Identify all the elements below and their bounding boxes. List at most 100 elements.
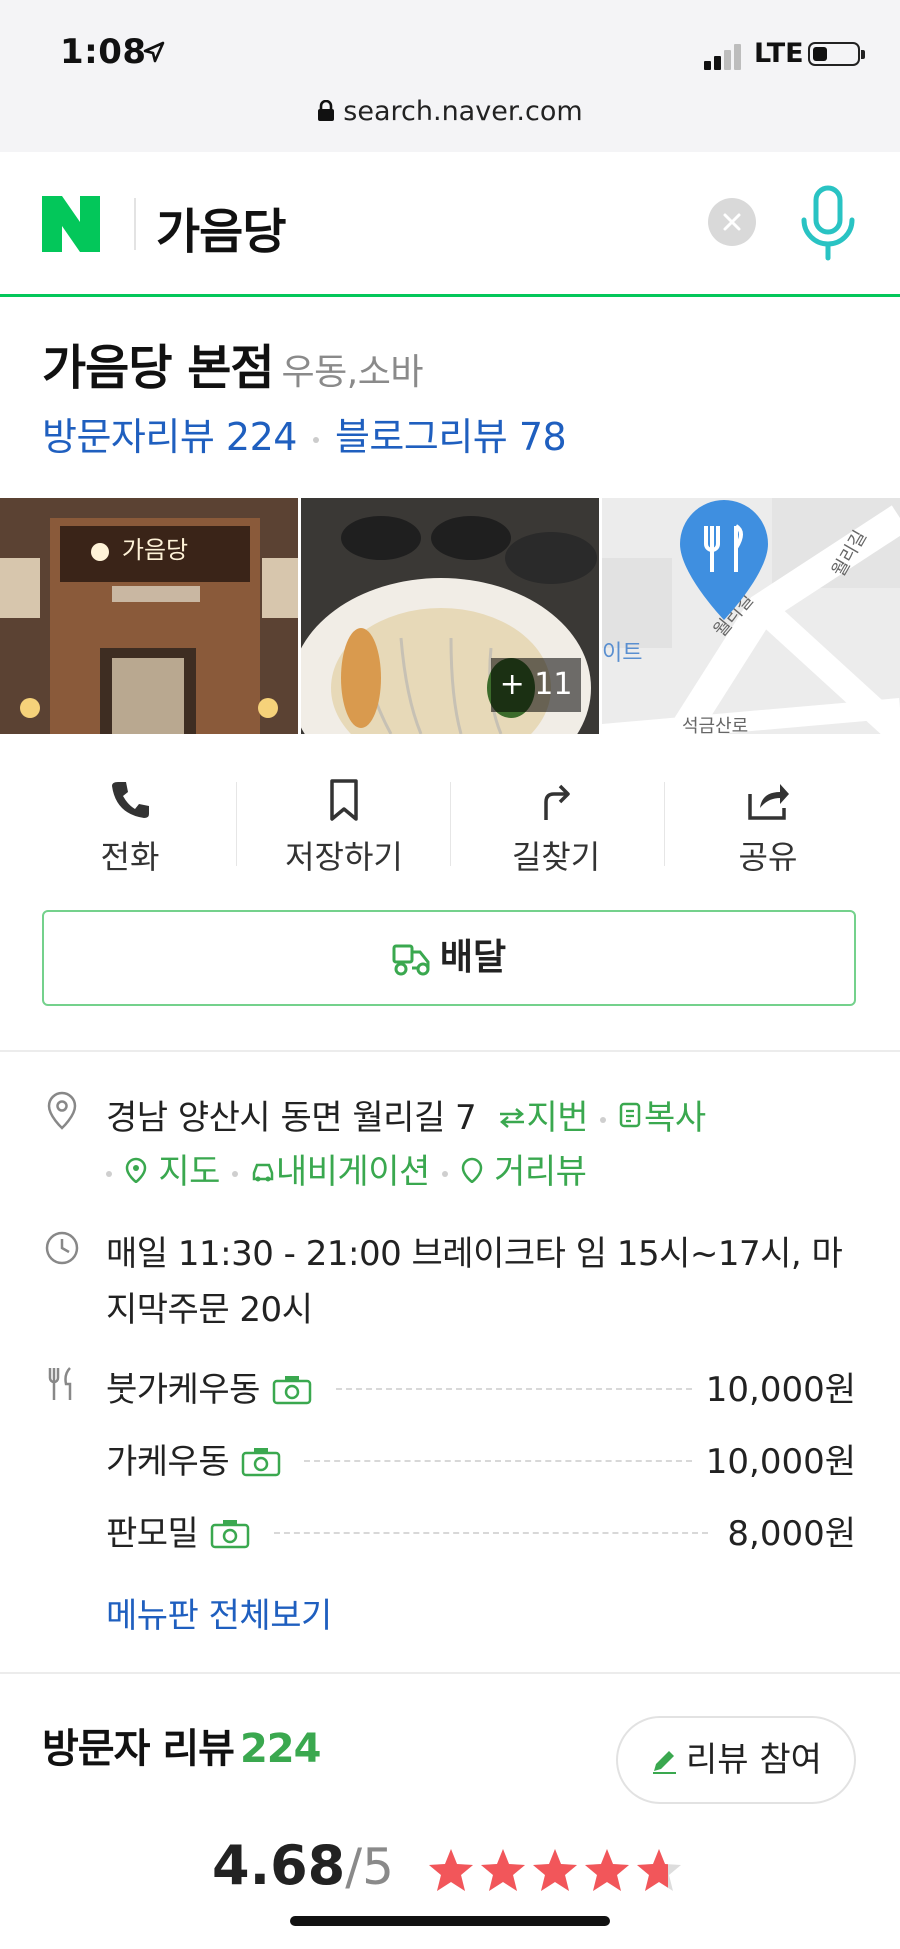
bookmark-icon <box>330 779 358 821</box>
directions-icon <box>544 784 570 820</box>
address-row: 경남 양산시 동면 월리길 7 지번 복사 <box>106 1090 706 1139</box>
location-pin-icon <box>47 1091 77 1130</box>
write-review-label: 리뷰 참여 <box>686 1740 822 1780</box>
network-type: LTE <box>754 38 804 69</box>
place-title[interactable]: 가음당 본점 우동,소바 <box>42 328 423 398</box>
map-pin-icon <box>125 1157 147 1184</box>
action-divider <box>450 782 451 866</box>
microphone-icon[interactable] <box>796 184 860 264</box>
address-sub-links: 지도 내비게이션 거리뷰 <box>106 1144 587 1193</box>
car-icon <box>252 1163 274 1182</box>
jibun-link[interactable]: 지번 <box>498 1098 589 1138</box>
phone-icon <box>112 782 149 818</box>
street-view-label: 거리뷰 <box>494 1152 587 1192</box>
blog-review-label: 블로그리뷰 <box>334 415 508 459</box>
blog-review-link[interactable]: 블로그리뷰 78 <box>334 415 567 459</box>
storefront-photo[interactable]: 가음당 <box>0 498 298 734</box>
map-label: 지도 <box>158 1152 220 1192</box>
visitor-review-count: 224 <box>225 415 298 459</box>
star-rating <box>429 1849 681 1891</box>
price-leader <box>274 1532 708 1534</box>
navigation-label: 내비게이션 <box>275 1152 430 1192</box>
clock-icon <box>45 1231 79 1265</box>
share-icon <box>748 784 789 820</box>
camera-icon[interactable] <box>272 1375 312 1405</box>
call-label: 전화 <box>100 838 160 876</box>
call-button[interactable]: 전화 <box>30 760 230 878</box>
visitor-review-link[interactable]: 방문자리뷰 224 <box>42 415 297 459</box>
status-time: 1:08 <box>60 32 147 72</box>
price-leader <box>336 1388 692 1390</box>
photo-more-count[interactable]: + 11 <box>491 658 581 712</box>
camera-icon[interactable] <box>241 1447 281 1477</box>
home-indicator <box>290 1916 610 1926</box>
naver-logo-icon[interactable] <box>42 196 100 252</box>
map-thumbnail[interactable]: 월리길 월리길 석금산로 이트 <box>602 498 900 734</box>
location-arrow-icon <box>143 41 165 63</box>
search-bar: 가음당 <box>0 152 900 297</box>
menu-item[interactable]: 가케우동 10,000원 <box>106 1434 856 1482</box>
street-view-icon <box>461 1157 483 1184</box>
save-button[interactable]: 저장하기 <box>244 760 444 878</box>
menu-item-name: 판모밀 <box>106 1514 199 1554</box>
storefront-sign: 가음당 <box>122 536 188 564</box>
price-leader <box>304 1460 692 1462</box>
action-bar: 전화 저장하기 길찾기 공유 <box>0 760 900 886</box>
menu-item-name: 가케우동 <box>106 1442 230 1482</box>
review-links: 방문자리뷰 224 블로그리뷰 78 <box>42 406 567 461</box>
directions-label: 길찾기 <box>511 838 601 876</box>
food-photo[interactable]: + 11 <box>301 498 599 734</box>
reviews-count: 224 <box>239 1726 321 1772</box>
delivery-scooter-icon <box>392 944 430 976</box>
copy-icon <box>619 1102 641 1128</box>
delivery-button[interactable]: 배달 <box>42 910 856 1006</box>
section-divider <box>0 1672 900 1674</box>
copy-label: 복사 <box>644 1098 706 1138</box>
visitor-review-label: 방문자리뷰 <box>42 415 215 459</box>
visitor-reviews-heading: 방문자 리뷰 224 <box>42 1716 321 1774</box>
signal-icon <box>704 44 741 70</box>
navigation-link[interactable]: 내비게이션 <box>250 1152 430 1192</box>
search-divider <box>134 198 136 250</box>
menu-item-name: 붓가케우동 <box>106 1370 260 1410</box>
place-name: 가음당 본점 <box>42 340 275 396</box>
write-review-button[interactable]: 리뷰 참여 <box>616 1716 856 1804</box>
street-view-link[interactable]: 거리뷰 <box>460 1152 587 1192</box>
action-divider <box>664 782 665 866</box>
share-button[interactable]: 공유 <box>668 760 868 878</box>
url-bar[interactable]: search.naver.com <box>0 96 900 127</box>
swap-icon <box>500 1108 525 1128</box>
camera-icon[interactable] <box>210 1519 250 1549</box>
blog-review-count: 78 <box>518 415 567 459</box>
photo-strip: 가음당 + 11 월리길 월리길 석금산로 이트 <box>0 498 900 734</box>
save-label: 저장하기 <box>285 838 403 876</box>
battery-icon <box>808 42 865 66</box>
share-label: 공유 <box>738 838 798 876</box>
cutlery-icon <box>48 1367 72 1400</box>
delivery-label: 배달 <box>439 937 507 978</box>
clear-search-button[interactable] <box>708 198 756 246</box>
reviews-title: 방문자 리뷰 <box>42 1726 235 1772</box>
address-text: 경남 양산시 동면 월리길 7 <box>106 1098 477 1138</box>
jibun-label: 지번 <box>526 1098 589 1138</box>
rating-max: /5 <box>345 1838 394 1896</box>
business-hours[interactable]: 매일 11:30 - 21:00 브레이크타 임 15시~17시, 마지막주문 … <box>106 1226 866 1338</box>
average-rating: 4.68/5 <box>212 1834 394 1897</box>
menu-item[interactable]: 판모밀 8,000원 <box>106 1506 856 1554</box>
close-icon <box>723 213 741 231</box>
copy-link[interactable]: 복사 <box>618 1098 706 1138</box>
action-divider <box>236 782 237 866</box>
menu-item-price: 8,000원 <box>727 1514 856 1554</box>
search-input[interactable]: 가음당 <box>156 192 286 262</box>
menu-item[interactable]: 붓가케우동 10,000원 <box>106 1362 856 1410</box>
map-place-label: 이트 <box>602 641 642 666</box>
rating-value: 4.68 <box>212 1834 346 1897</box>
map-link[interactable]: 지도 <box>124 1152 220 1192</box>
full-menu-link[interactable]: 메뉴판 전체보기 <box>106 1588 332 1637</box>
lock-icon <box>318 99 335 121</box>
section-divider <box>0 1050 900 1052</box>
pencil-icon <box>653 1751 677 1774</box>
menu-item-price: 10,000원 <box>705 1442 856 1482</box>
url-text: search.naver.com <box>343 96 583 127</box>
directions-button[interactable]: 길찾기 <box>456 760 656 878</box>
